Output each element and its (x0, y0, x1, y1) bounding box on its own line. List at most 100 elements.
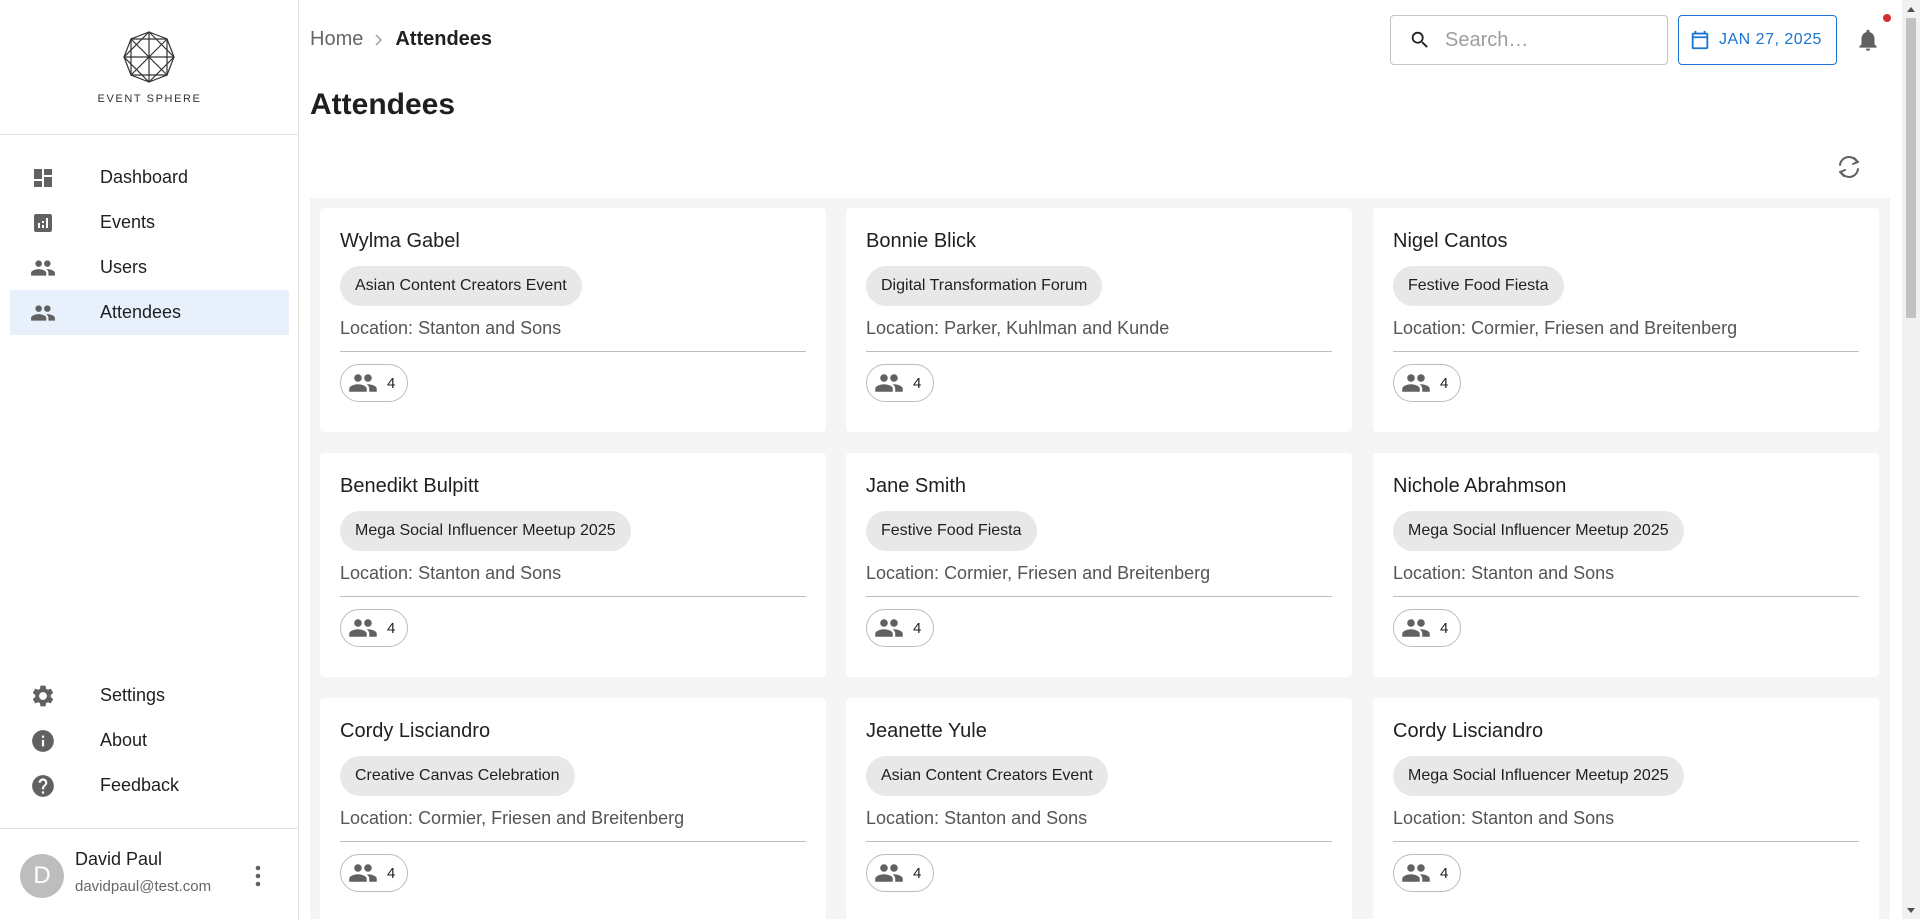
location-prefix: Location: (1393, 318, 1472, 338)
divider (340, 841, 806, 842)
sidebar-item-label: Settings (100, 685, 166, 705)
scrollbar[interactable] (1902, 0, 1920, 919)
attendee-count: 4 (387, 619, 396, 637)
date-picker-button[interactable]: JAN 27, 2025 (1678, 15, 1837, 65)
attendee-location: Location: Stanton and Sons (340, 563, 561, 584)
people-icon (30, 300, 56, 326)
attendee-card[interactable]: Nigel Cantos Festive Food Fiesta Locatio… (1373, 208, 1879, 432)
attendee-card[interactable]: Jeanette Yule Asian Content Creators Eve… (846, 698, 1352, 919)
attendee-card[interactable]: Benedikt Bulpitt Mega Social Influencer … (320, 453, 826, 677)
logo[interactable]: EVENT SPHERE (0, 0, 299, 135)
attendee-count: 4 (913, 864, 922, 882)
attendee-count-chip[interactable]: 4 (340, 364, 409, 402)
attendee-count: 4 (387, 374, 396, 392)
avatar[interactable]: D (20, 854, 64, 898)
sidebar-item-settings[interactable]: Settings (10, 673, 289, 718)
sidebar-item-dashboard[interactable]: Dashboard (10, 155, 289, 200)
event-chip: Festive Food Fiesta (1393, 266, 1564, 306)
more-vert-icon[interactable] (248, 863, 268, 889)
scroll-down-arrow-icon[interactable] (1902, 902, 1920, 919)
people-icon (873, 858, 905, 888)
location-prefix: Location: (866, 563, 945, 583)
divider (1393, 841, 1859, 842)
event-chip: Mega Social Influencer Meetup 2025 (340, 511, 631, 551)
scrollbar-thumb[interactable] (1906, 18, 1916, 318)
divider (866, 351, 1332, 352)
attendee-count-chip[interactable]: 4 (1393, 609, 1462, 647)
attendee-card[interactable]: Cordy Lisciandro Mega Social Influencer … (1373, 698, 1879, 919)
attendee-location: Location: Parker, Kuhlman and Kunde (866, 318, 1169, 339)
people-icon (30, 255, 56, 281)
location-value: Stanton and Sons (1471, 808, 1615, 828)
location-value: Cormier, Friesen and Breitenberg (944, 563, 1211, 583)
chart-icon (30, 210, 56, 236)
attendee-name: Benedikt Bulpitt (340, 475, 479, 497)
sidebar-item-label: Attendees (100, 302, 182, 322)
sidebar-item-label: Users (100, 257, 148, 277)
user-name: David Paul (75, 849, 163, 869)
sidebar-item-about[interactable]: About (10, 718, 289, 763)
location-prefix: Location: (1393, 563, 1472, 583)
attendee-count-chip[interactable]: 4 (866, 364, 935, 402)
breadcrumb: Home Attendees (310, 28, 492, 51)
attendee-card[interactable]: Wylma Gabel Asian Content Creators Event… (320, 208, 826, 432)
attendee-count-chip[interactable]: 4 (866, 609, 935, 647)
location-value: Parker, Kuhlman and Kunde (944, 318, 1170, 338)
attendee-card[interactable]: Bonnie Blick Digital Transformation Foru… (846, 208, 1352, 432)
attendee-name: Bonnie Blick (866, 230, 977, 252)
divider (1393, 596, 1859, 597)
attendee-count: 4 (913, 374, 922, 392)
attendee-card[interactable]: Nichole Abrahmson Mega Social Influencer… (1373, 453, 1879, 677)
divider (340, 596, 806, 597)
attendee-name: Jeanette Yule (866, 720, 987, 742)
attendee-name: Jane Smith (866, 475, 967, 497)
help-icon (30, 773, 56, 799)
sidebar-item-users[interactable]: Users (10, 245, 289, 290)
attendee-location: Location: Cormier, Friesen and Breitenbe… (340, 808, 684, 829)
people-icon (347, 613, 379, 643)
event-chip: Asian Content Creators Event (340, 266, 582, 306)
location-value: Cormier, Friesen and Breitenberg (418, 808, 685, 828)
attendee-count: 4 (1440, 864, 1449, 882)
search-box (1390, 15, 1668, 65)
event-chip: Mega Social Influencer Meetup 2025 (1393, 511, 1684, 551)
attendee-location: Location: Stanton and Sons (1393, 808, 1614, 829)
attendee-count: 4 (387, 864, 396, 882)
divider (340, 351, 806, 352)
divider (866, 596, 1332, 597)
location-prefix: Location: (866, 318, 945, 338)
location-prefix: Location: (1393, 808, 1472, 828)
attendee-card[interactable]: Jane Smith Festive Food Fiesta Location:… (846, 453, 1352, 677)
attendee-count-chip[interactable]: 4 (866, 854, 935, 892)
location-value: Stanton and Sons (418, 318, 562, 338)
sidebar-item-feedback[interactable]: Feedback (10, 763, 289, 808)
logo-text: EVENT SPHERE (97, 93, 202, 105)
attendee-count-chip[interactable]: 4 (1393, 364, 1462, 402)
attendee-name: Wylma Gabel (340, 230, 460, 252)
search-input[interactable] (1445, 28, 1645, 52)
scroll-up-arrow-icon[interactable] (1902, 0, 1920, 17)
breadcrumb-home-link[interactable]: Home (310, 28, 363, 51)
sidebar-item-attendees[interactable]: Attendees (10, 290, 289, 335)
breadcrumb-current: Attendees (395, 28, 493, 50)
event-chip: Creative Canvas Celebration (340, 756, 575, 796)
attendee-count-chip[interactable]: 4 (340, 854, 409, 892)
attendee-name: Cordy Lisciandro (340, 720, 491, 742)
attendee-card[interactable]: Cordy Lisciandro Creative Canvas Celebra… (320, 698, 826, 919)
sidebar-item-events[interactable]: Events (10, 200, 289, 245)
attendee-count-chip[interactable]: 4 (340, 609, 409, 647)
refresh-icon[interactable] (1834, 152, 1864, 182)
location-value: Stanton and Sons (944, 808, 1088, 828)
info-icon (30, 728, 56, 754)
people-icon (873, 613, 905, 643)
date-label: JAN 27, 2025 (1719, 31, 1822, 48)
chevron-right-icon (373, 33, 385, 47)
sidebar-item-label: Feedback (100, 775, 180, 795)
people-icon (1400, 368, 1432, 398)
attendee-location: Location: Cormier, Friesen and Breitenbe… (866, 563, 1210, 584)
attendee-name: Nichole Abrahmson (1393, 475, 1567, 497)
bell-icon[interactable] (1855, 26, 1881, 54)
people-icon (1400, 613, 1432, 643)
people-icon (873, 368, 905, 398)
attendee-count-chip[interactable]: 4 (1393, 854, 1462, 892)
